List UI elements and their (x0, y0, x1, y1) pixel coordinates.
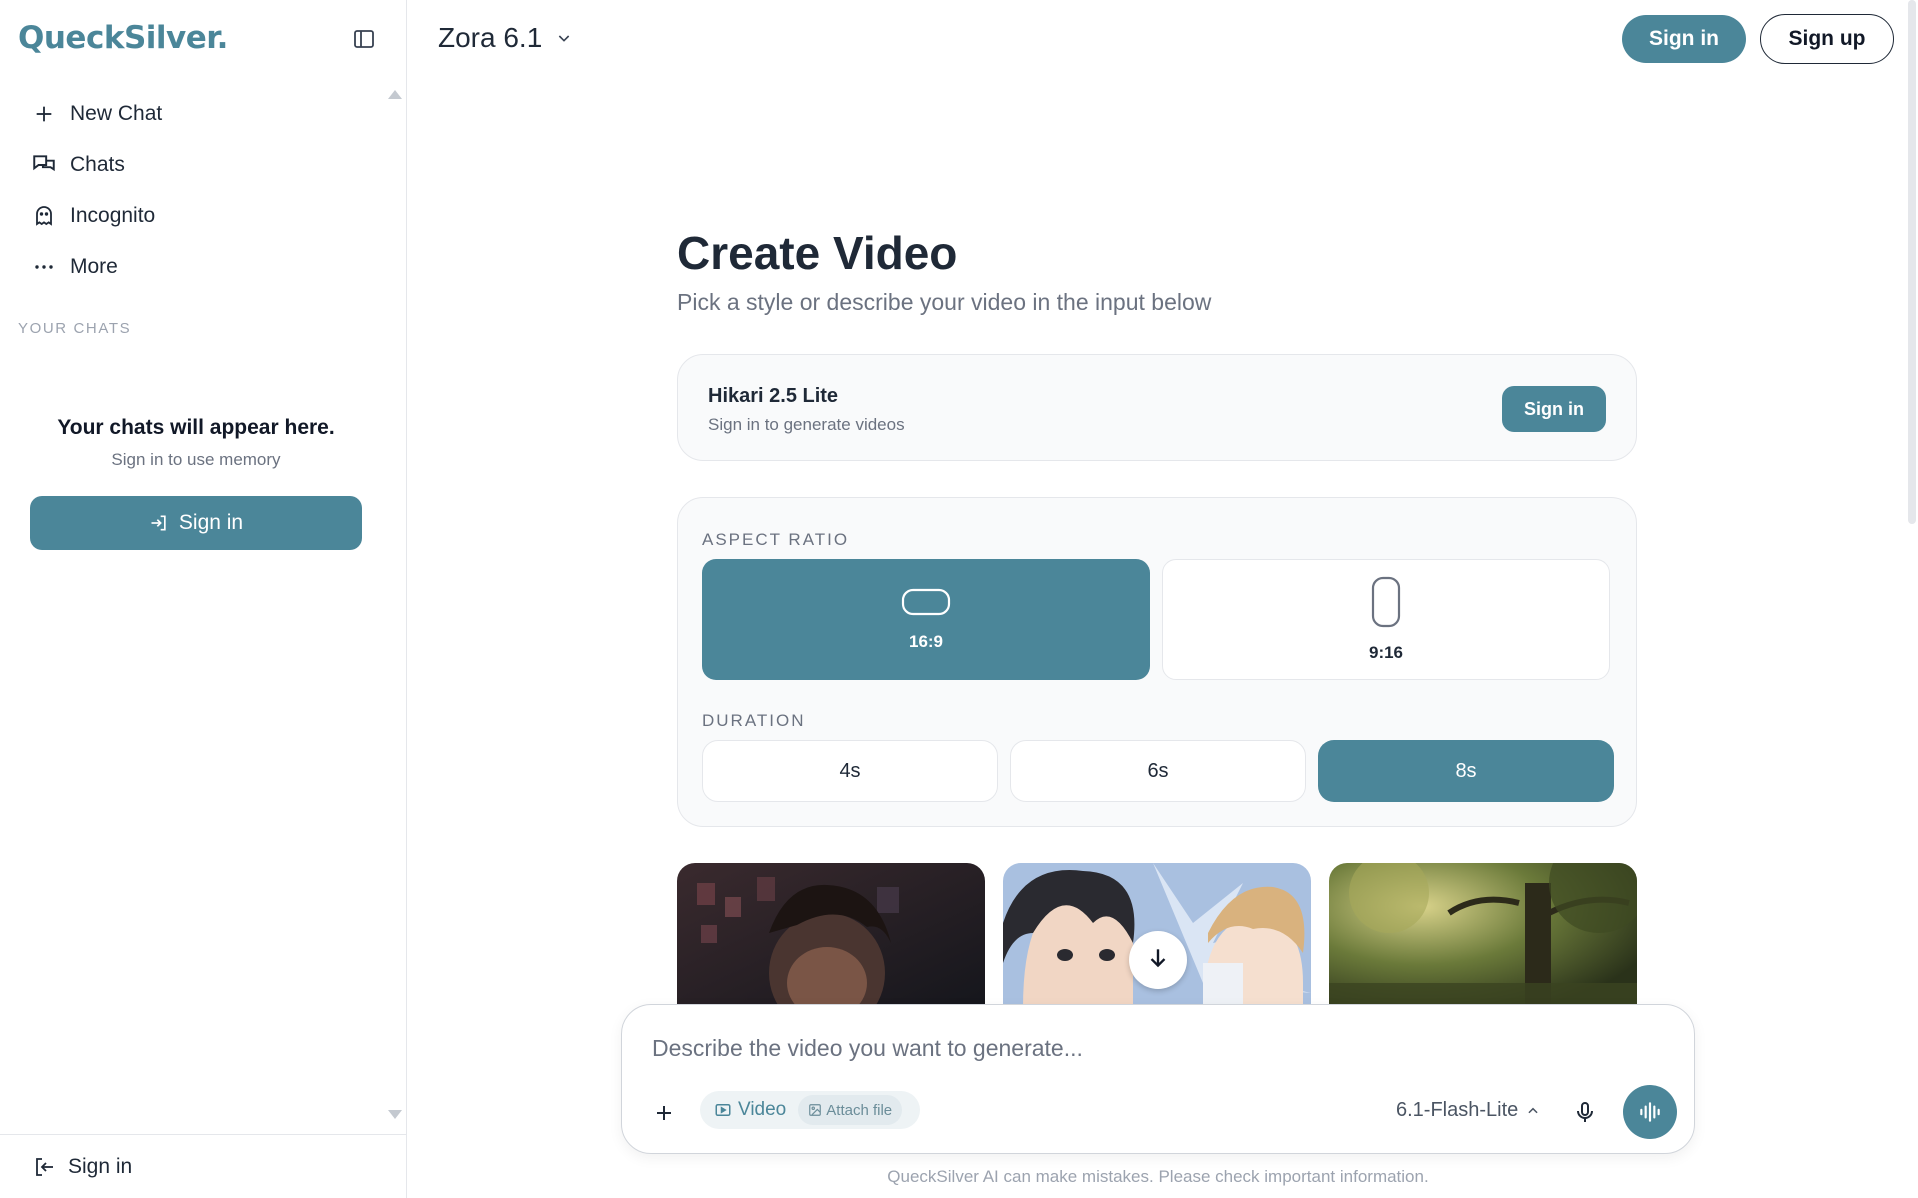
voice-mode-button[interactable] (1623, 1085, 1677, 1139)
microphone-icon (1577, 1102, 1593, 1122)
attach-file-button[interactable]: Attach file (798, 1095, 903, 1125)
header-signin-button[interactable]: Sign in (1622, 15, 1746, 63)
portrait-icon (1371, 576, 1401, 633)
sidebar-scroll-down-icon[interactable] (388, 1110, 402, 1119)
chats-button[interactable]: Chats (30, 139, 370, 190)
more-button[interactable]: More (30, 241, 370, 292)
settings-card: ASPECT RATIO 16:9 9:16 DURATION 4s 6s 8s (677, 497, 1637, 827)
duration-6s-option[interactable]: 6s (1010, 740, 1306, 802)
aspect-ratio-heading: ASPECT RATIO (702, 530, 850, 549)
model-card-signin-button[interactable]: Sign in (1502, 386, 1606, 432)
disclaimer: QueckSilver AI can make mistakes. Please… (887, 1167, 1429, 1186)
page-title: Create Video (677, 227, 958, 279)
composer-model-label: 6.1-Flash-Lite (1396, 1099, 1519, 1121)
landscape-icon (901, 587, 951, 622)
empty-chats-subtitle: Sign in to use memory (111, 450, 281, 469)
scroll-to-bottom-button[interactable] (1129, 931, 1187, 989)
style-thumbnail-forest[interactable] (1329, 863, 1637, 1008)
chats-label: Chats (70, 152, 125, 176)
model-card-hint: Sign in to generate videos (708, 415, 905, 434)
arrow-down-icon (1145, 945, 1171, 976)
prompt-composer: Describe the video you want to generate.… (621, 1004, 1695, 1154)
chats-icon (30, 151, 58, 179)
aspect-ratio-16-9-option[interactable]: 16:9 (702, 559, 1150, 680)
sidebar-scroll-up-icon[interactable] (388, 90, 402, 99)
plus-icon (30, 100, 58, 128)
style-thumbnail-cinematic[interactable] (677, 863, 985, 1008)
video-mode-button[interactable]: Video (714, 1099, 786, 1121)
model-card-name: Hikari 2.5 Lite (708, 385, 839, 407)
duration-4s-option[interactable]: 4s (702, 740, 998, 802)
composer-model-selector[interactable]: 6.1-Flash-Lite (1396, 1099, 1540, 1122)
waveform-icon (1640, 1102, 1660, 1122)
aspect-ratio-9-16-label: 9:16 (1368, 643, 1404, 662)
sidebar-signin-label: Sign in (178, 511, 244, 534)
model-name: Zora 6.1 (438, 22, 543, 53)
attach-file-label: Attach file (826, 1101, 893, 1119)
microphone-button[interactable] (1573, 1099, 1597, 1125)
incognito-label: Incognito (70, 203, 156, 227)
image-icon (808, 1103, 822, 1117)
sidebar-signin-button[interactable]: Sign in (30, 496, 362, 550)
model-selector[interactable]: Zora 6.1 (438, 22, 572, 54)
more-icon (30, 253, 58, 281)
mode-pill: Video Attach file (700, 1091, 920, 1129)
duration-8s-option[interactable]: 8s (1318, 740, 1614, 802)
login-icon (149, 513, 169, 533)
incognito-button[interactable]: Incognito (30, 190, 370, 241)
aspect-ratio-16-9-label: 16:9 (908, 632, 944, 651)
prompt-input[interactable]: Describe the video you want to generate.… (652, 1035, 1083, 1062)
sidebar-nav: New Chat Chats Incognito More (30, 88, 370, 292)
your-chats-heading: YOUR CHATS (18, 320, 132, 337)
plus-icon (657, 1106, 671, 1120)
ghost-icon (30, 202, 58, 230)
logo: QueckSilver. (18, 20, 228, 56)
header-signup-button[interactable]: Sign up (1760, 14, 1894, 64)
bottom-signin-button[interactable]: Sign in (0, 1134, 407, 1198)
more-label: More (70, 254, 118, 278)
page-subtitle: Pick a style or describe your video in t… (677, 289, 1212, 315)
chevron-down-icon (556, 30, 572, 46)
empty-chats-title: Your chats will appear here. (57, 416, 335, 439)
aspect-ratio-9-16-option[interactable]: 9:16 (1162, 559, 1610, 680)
video-icon (714, 1101, 732, 1119)
duration-heading: DURATION (702, 711, 806, 730)
video-mode-label: Video (738, 1099, 787, 1120)
add-attachment-button[interactable] (652, 1101, 676, 1125)
new-chat-label: New Chat (70, 101, 163, 125)
sidebar: QueckSilver. New Chat Chats Incognito Mo… (0, 0, 407, 1198)
chevron-up-icon (1526, 1104, 1540, 1118)
page-scrollbar[interactable] (1908, 0, 1916, 524)
new-chat-button[interactable]: New Chat (30, 88, 370, 139)
sidebar-toggle-icon[interactable] (352, 27, 376, 51)
model-card: Hikari 2.5 Lite Sign in to generate vide… (677, 354, 1637, 461)
